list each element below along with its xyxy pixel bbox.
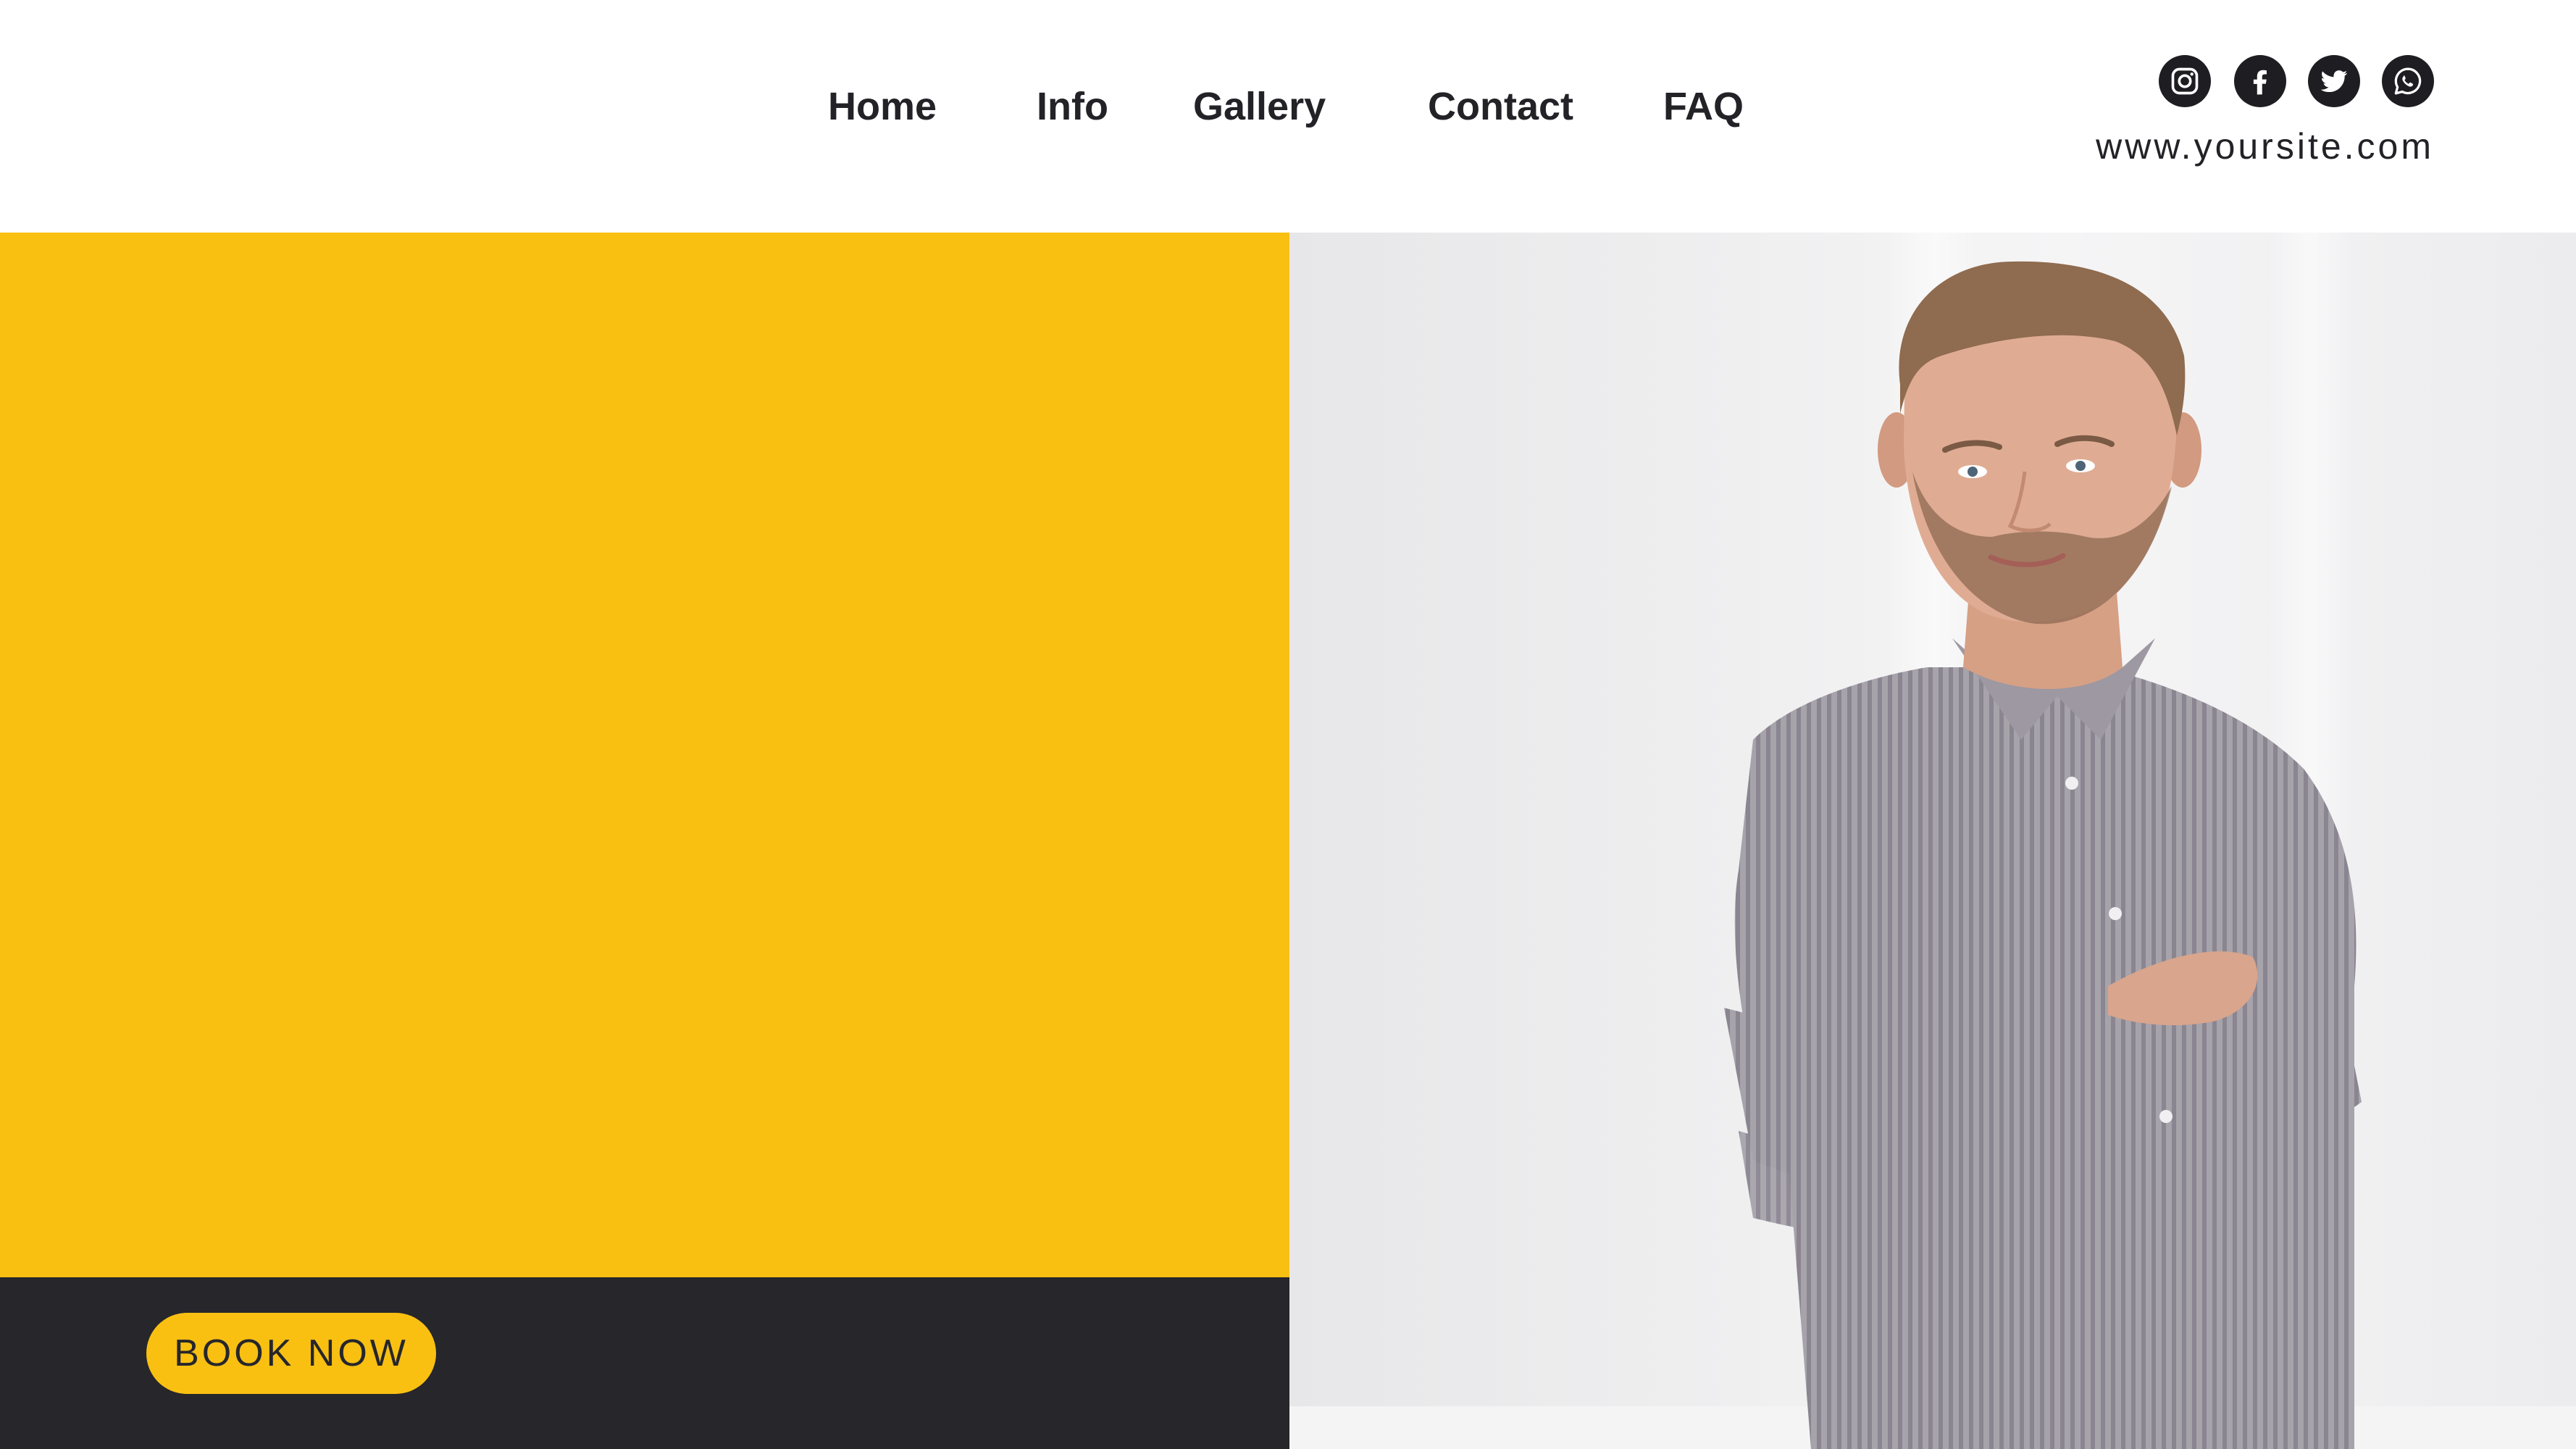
facebook-icon[interactable] — [2234, 55, 2286, 107]
instagram-icon[interactable] — [2159, 55, 2211, 107]
twitter-icon[interactable] — [2308, 55, 2360, 107]
nav-faq[interactable]: FAQ — [1663, 81, 1744, 132]
hero-photo — [1289, 233, 2576, 1449]
man-portrait-illustration — [1289, 233, 2576, 1449]
site-header: Home Info Gallery Contact FAQ www.yoursi… — [0, 0, 2576, 233]
nav-home[interactable]: Home — [828, 81, 937, 132]
hero-accent-panel — [0, 233, 1289, 1277]
whatsapp-icon[interactable] — [2382, 55, 2434, 107]
nav-info[interactable]: Info — [1037, 81, 1108, 132]
nav-contact[interactable]: Contact — [1428, 81, 1573, 132]
nav-gallery[interactable]: Gallery — [1193, 81, 1326, 132]
book-now-button[interactable]: BOOK NOW — [146, 1313, 436, 1394]
website-url[interactable]: www.yoursite.com — [2096, 123, 2434, 170]
